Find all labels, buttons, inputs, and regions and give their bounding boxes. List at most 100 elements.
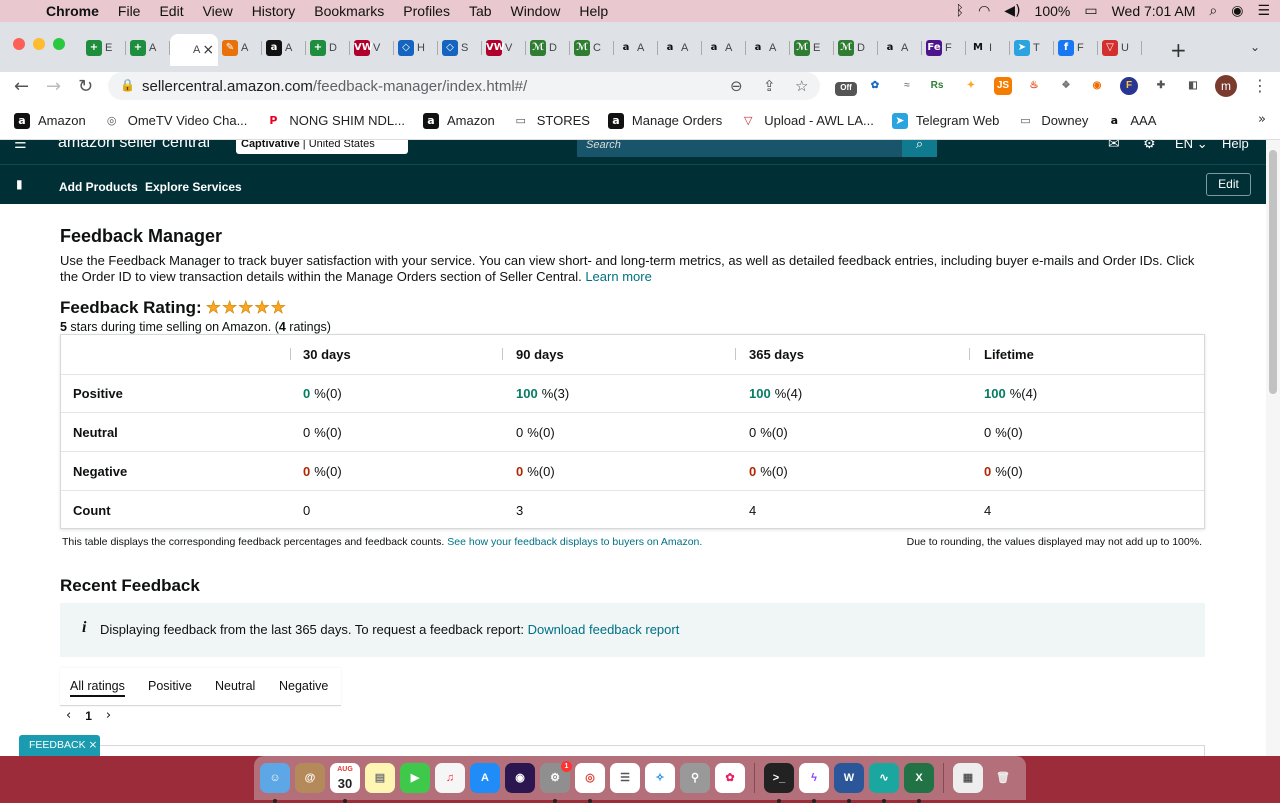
browser-tab[interactable]: ✎ A — [218, 34, 262, 62]
search-icon[interactable]: ⌕ — [902, 140, 937, 157]
tab-negative[interactable]: Negative — [279, 679, 328, 693]
control-center-icon[interactable]: ☰ — [1257, 3, 1270, 19]
photos-icon[interactable]: ✿ — [715, 763, 745, 793]
browser-tab[interactable]: ℳC — [570, 34, 614, 62]
seller-search-input[interactable]: Search — [577, 140, 903, 157]
bookmark-item[interactable]: ▭ Downey — [1017, 112, 1088, 129]
facetime-icon[interactable]: ▶ — [400, 763, 430, 793]
browser-tab[interactable]: + D — [306, 34, 350, 62]
browser-tab[interactable]: ▽ U — [1098, 34, 1142, 62]
finder-icon[interactable]: ☺ — [260, 763, 290, 803]
tab-neutral[interactable]: Neutral — [215, 679, 255, 693]
browser-tab[interactable]: ➤ T — [1010, 34, 1054, 62]
learn-more-link[interactable]: Learn more — [585, 269, 651, 284]
activity-monitor-icon[interactable]: ∿ — [869, 763, 899, 803]
browser-tab[interactable]: ℳD — [526, 34, 570, 62]
browser-tab[interactable]: A × — [170, 34, 218, 66]
spotlight-search-icon[interactable]: ⌕ — [1209, 3, 1217, 19]
extension-puzzle-alt-icon[interactable]: ❖ — [1057, 77, 1075, 95]
terminal-icon[interactable]: >_ — [764, 763, 794, 803]
battery-icon[interactable]: ▭ — [1084, 3, 1097, 19]
browser-tab[interactable]: + A — [126, 34, 170, 62]
browser-tab[interactable]: ◇ S — [438, 34, 482, 62]
menu-help[interactable]: Help — [579, 3, 608, 19]
extension-js-icon[interactable]: JS — [994, 77, 1012, 95]
trash-icon[interactable]: 🗑 — [988, 763, 1018, 793]
close-icon[interactable]: × — [89, 739, 98, 751]
forward-button[interactable]: → — [46, 76, 61, 97]
bookmark-item[interactable]: ◎ OmeTV Video Cha... — [103, 112, 247, 129]
wifi-icon[interactable]: ◠ — [978, 3, 990, 19]
next-page-icon[interactable]: › — [106, 708, 111, 723]
reload-button[interactable]: ↻ — [78, 76, 93, 97]
menu-bookmarks[interactable]: Bookmarks — [314, 3, 384, 19]
current-page[interactable]: 1 — [85, 709, 92, 723]
siri-icon[interactable]: ◉ — [505, 763, 535, 793]
back-button[interactable]: ← — [14, 76, 29, 97]
bookmark-flag-icon[interactable]: ▮ — [16, 177, 23, 191]
extension-rs-icon[interactable]: Rs — [928, 77, 946, 95]
prev-page-icon[interactable]: ‹ — [66, 708, 71, 723]
nav-explore-services[interactable]: Explore Services — [145, 180, 242, 194]
bookmark-item[interactable]: P NONG SHIM NDL... — [265, 112, 405, 129]
chrome-icon[interactable]: ◎ — [575, 763, 605, 803]
menu-view[interactable]: View — [203, 3, 233, 19]
calendar-icon[interactable]: AUG 30 — [330, 763, 360, 803]
new-tab-button[interactable]: + — [1170, 38, 1187, 62]
menu-profiles[interactable]: Profiles — [403, 3, 450, 19]
launchpad-icon[interactable]: ⚲ — [680, 763, 710, 793]
profile-avatar[interactable]: m — [1215, 75, 1237, 97]
bookmark-item[interactable]: a AAA — [1106, 112, 1156, 129]
bookmark-item[interactable]: ▭ STORES — [512, 112, 590, 129]
chrome-menu-icon[interactable]: ⋮ — [1252, 76, 1268, 95]
help-link[interactable]: Help — [1222, 140, 1249, 151]
menu-file[interactable]: File — [118, 3, 141, 19]
bookmark-star-icon[interactable]: ☆ — [795, 77, 808, 95]
tab-positive[interactable]: Positive — [148, 679, 192, 693]
notes-icon[interactable]: ▤ — [365, 763, 395, 793]
browser-tab[interactable]: ◇ H — [394, 34, 438, 62]
downloads-stack-icon[interactable]: ▦ — [953, 763, 983, 793]
feedback-widget[interactable]: FEEDBACK × — [19, 735, 100, 756]
browser-tab[interactable]: aA — [878, 34, 922, 62]
browser-tab[interactable]: Fe F — [922, 34, 966, 62]
download-feedback-report-link[interactable]: Download feedback report — [528, 622, 680, 637]
menu-clock[interactable]: Wed 7:01 AM — [1112, 3, 1196, 19]
menu-edit[interactable]: Edit — [159, 3, 183, 19]
browser-tab[interactable]: fF — [1054, 34, 1098, 62]
buyer-display-link[interactable]: See how your feedback displays to buyers… — [447, 536, 702, 548]
nav-add-products[interactable]: Add Products — [59, 180, 138, 194]
browser-tab[interactable]: ℳE — [790, 34, 834, 62]
bluetooth-icon[interactable]: ᛒ — [956, 3, 964, 19]
music-icon[interactable]: ♫ — [435, 763, 465, 793]
mail-icon[interactable]: ✉ — [1108, 140, 1120, 152]
browser-tab[interactable]: aA — [658, 34, 702, 62]
bookmark-item[interactable]: ▽ Upload - AWL LA... — [740, 112, 874, 129]
bookmark-item[interactable]: ➤ Telegram Web — [891, 112, 999, 129]
extension-circle-icon[interactable]: ◉ — [1088, 77, 1106, 95]
apple-menu-icon[interactable] — [14, 3, 28, 19]
edit-nav-button[interactable]: Edit — [1206, 173, 1251, 196]
side-panel-icon[interactable]: ◧ — [1184, 77, 1202, 95]
messenger-icon[interactable]: ϟ — [799, 763, 829, 803]
store-marketplace-selector[interactable]: Captivative | United States — [236, 140, 408, 154]
extension-off-badge[interactable]: Off — [835, 82, 857, 96]
menu-app-name[interactable]: Chrome — [46, 3, 99, 19]
excel-icon[interactable]: X — [904, 763, 934, 803]
scrollbar-thumb[interactable] — [1269, 150, 1277, 394]
minimize-window-button[interactable] — [33, 38, 45, 50]
browser-tab[interactable]: VW V — [482, 34, 526, 62]
browser-tab[interactable]: aA — [746, 34, 790, 62]
browser-tab[interactable]: aA — [614, 34, 658, 62]
browser-tab[interactable]: + E — [82, 34, 126, 62]
tab-search-chevron-icon[interactable]: ⌄ — [1250, 40, 1260, 54]
system-preferences-icon[interactable]: ⚙ 1 — [540, 761, 572, 803]
zoom-window-button[interactable] — [53, 38, 65, 50]
extension-blue-icon[interactable]: ✿ — [866, 77, 884, 95]
menu-tab[interactable]: Tab — [469, 3, 492, 19]
browser-tab[interactable]: aA — [702, 34, 746, 62]
app-store-icon[interactable]: A — [470, 763, 500, 793]
extension-f-icon[interactable]: F — [1120, 77, 1138, 95]
language-selector[interactable]: EN ⌄ — [1175, 140, 1208, 152]
seller-central-logo[interactable]: amazon seller central — [58, 140, 210, 152]
